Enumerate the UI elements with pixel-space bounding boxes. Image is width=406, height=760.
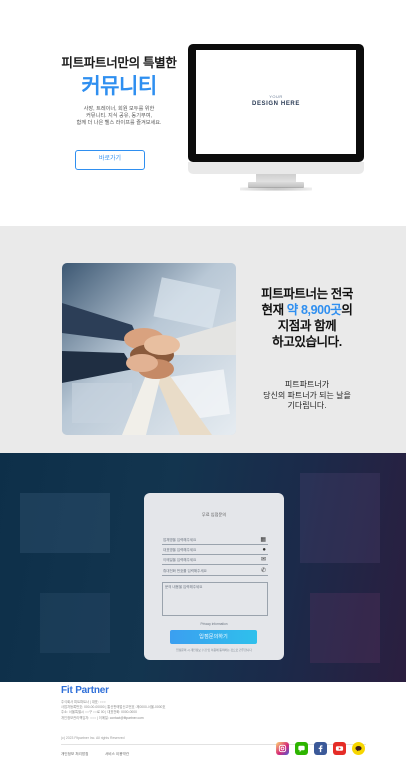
mockup-small-text: YOUR <box>269 94 283 99</box>
privacy-policy-link[interactable]: 개인정보 처리방침 <box>61 752 88 757</box>
company-name-placeholder: 업체명을 입력해주세요 <box>163 538 197 542</box>
headline-line-3: 지점과 함께 <box>277 319 337 333</box>
facebook-icon[interactable] <box>314 742 327 755</box>
partners-headline: 피트파트너는 전국 현재 약 8,900곳의 지점과 함께 하고있습니다. <box>246 286 368 350</box>
email-placeholder: 이메일을 입력해주세요 <box>163 558 197 562</box>
community-go-button[interactable]: 바로가기 <box>75 150 145 170</box>
terms-of-service-link[interactable]: 서비스 이용약관 <box>105 752 129 757</box>
footer-company-info: 주식회사 피트파트너 | 대표: ○○○ 사업자등록번호: 000-00-000… <box>61 700 231 721</box>
privacy-information-link[interactable]: Privacy information <box>144 622 284 626</box>
community-title: 피트파트너만의 특별한 <box>61 56 177 70</box>
chat-icon[interactable] <box>295 742 308 755</box>
community-accent-title: 커뮤니티 <box>81 75 157 98</box>
instagram-icon[interactable] <box>276 742 289 755</box>
community-description-line: 함께 더 나은 헬스 라이프를 즐겨보세요. <box>76 120 162 127</box>
footer-info-line: 개인정보관리책임자: ○○○ | 이메일: contact@fitpartner… <box>61 715 144 720</box>
branch-count-highlight: 약 8,900곳 <box>286 303 342 317</box>
subtext-line-1: 피트파트너가 <box>284 380 330 389</box>
headline-line-4: 하고있습니다. <box>272 335 342 349</box>
phone-icon: ✆ <box>260 568 266 574</box>
company-name-field[interactable]: 업체명을 입력해주세요 ▦ <box>162 536 268 545</box>
community-description: 사장, 트레이너, 회원 모두를 위한 커뮤니티. 지식 공유, 동기부여, 함… <box>52 106 186 128</box>
building-icon: ▦ <box>260 537 266 543</box>
teamwork-hands-photo <box>62 263 236 435</box>
footer-copyright: (c) 2023 Fitpartner Inc. All rights Rese… <box>61 736 125 740</box>
phone-placeholder: 휴대전화 번호를 입력해주세요 <box>163 569 207 573</box>
footer-brand-logo[interactable]: Fit Partner <box>61 685 109 696</box>
kakaotalk-icon[interactable] <box>352 742 365 755</box>
headline-line-1: 피트파트너는 전국 <box>261 287 353 301</box>
representative-placeholder: 대표명을 입력해주세요 <box>163 548 197 552</box>
phone-field[interactable]: 휴대전화 번호를 입력해주세요 ✆ <box>162 567 268 576</box>
mail-icon: ✉ <box>260 557 266 563</box>
subtext-line-3: 기다립니다. <box>287 401 327 410</box>
headline-pre: 현재 <box>261 303 287 317</box>
imac-chin <box>188 162 364 174</box>
person-icon: ● <box>262 547 266 553</box>
form-title: 무료 입점문의 <box>201 512 227 517</box>
subtext-line-2: 당신의 파트너가 되는 날을 <box>263 390 351 400</box>
headline-post: 의 <box>341 303 353 317</box>
email-field[interactable]: 이메일을 입력해주세요 ✉ <box>162 556 268 565</box>
mockup-design-text: DESIGN HERE <box>252 101 300 107</box>
submit-inquiry-button[interactable]: 입점문의하기 <box>170 630 257 644</box>
youtube-icon[interactable] <box>333 742 346 755</box>
representative-name-field[interactable]: 대표명을 입력해주세요 ● <box>162 546 268 555</box>
form-fine-print: 입점문의 시 개인정보 수집 및 이용에 동의하는 것으로 간주합니다 <box>176 648 252 652</box>
inquiry-textarea[interactable]: 문의 내용을 입력해주세요 <box>162 582 268 616</box>
imac-shadow <box>240 187 312 191</box>
headline-line-2: 현재 약 8,900곳의 <box>246 302 368 318</box>
inquiry-placeholder: 문의 내용을 입력해주세요 <box>165 585 203 589</box>
partners-subtext: 피트파트너가 당신의 파트너가 되는 날을 기다립니다. <box>246 380 368 412</box>
